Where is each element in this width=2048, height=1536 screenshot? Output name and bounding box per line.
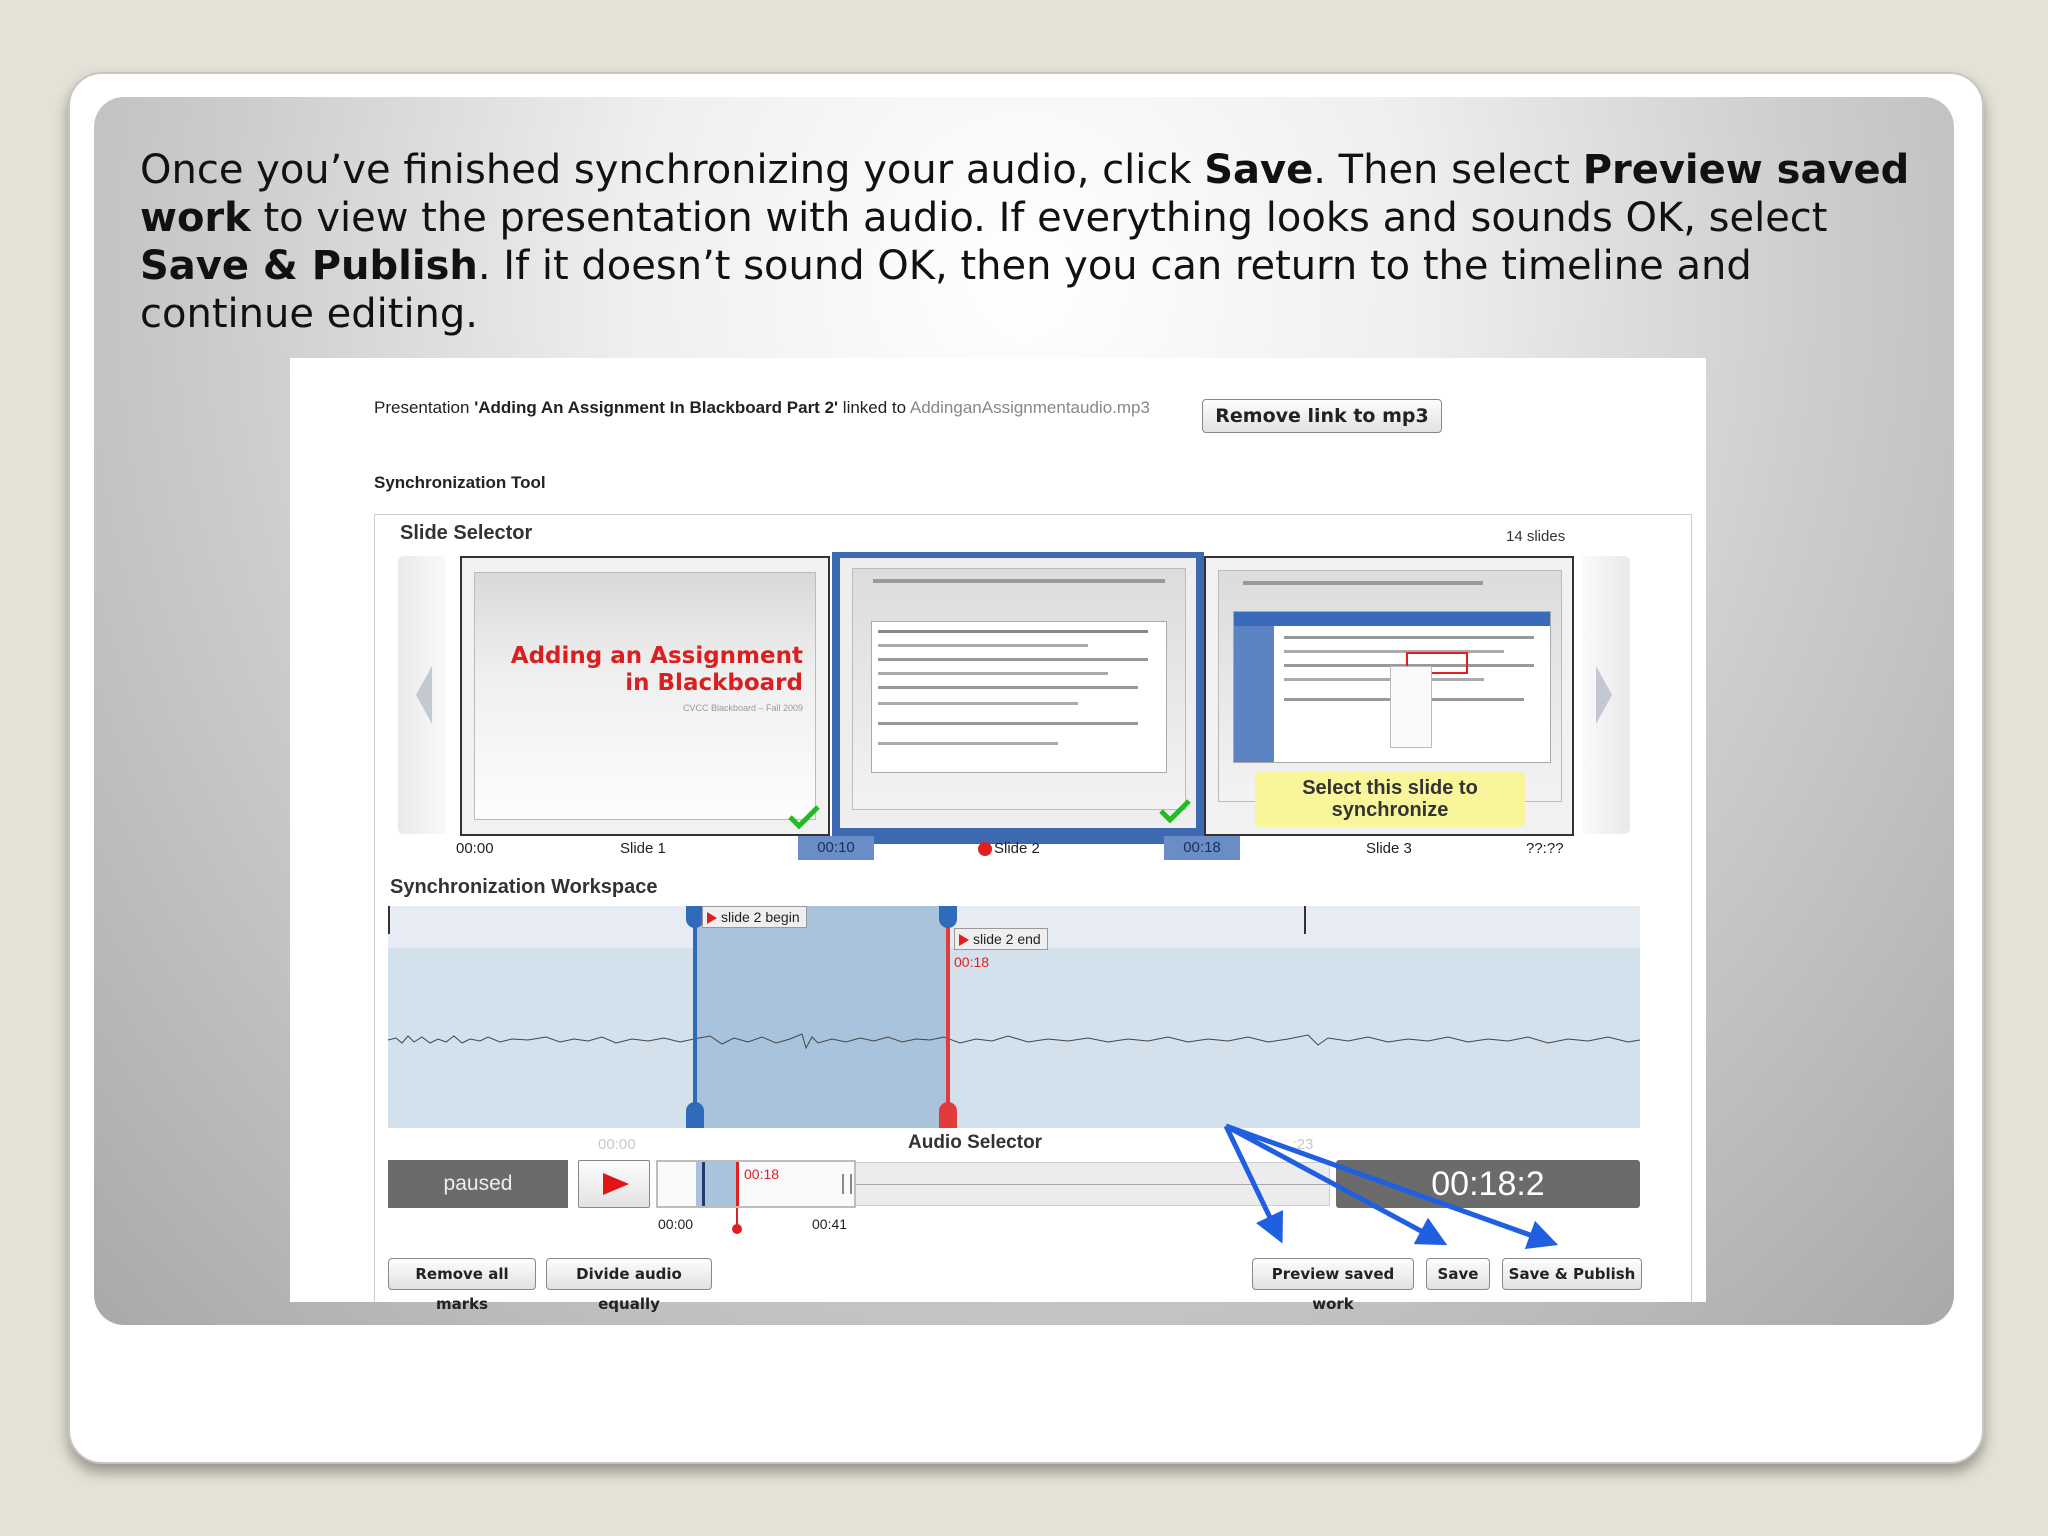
intro-text-3: to view the presentation with audio. If … — [250, 195, 1828, 241]
screenshot-sync-tool: Presentation 'Adding An Assignment In Bl… — [290, 358, 1706, 1313]
instruction-text: Once you’ve finished synchronizing your … — [140, 146, 1920, 338]
intro-text-1: Once you’ve finished synchronizing your … — [140, 147, 1205, 193]
intro-bold-save: Save — [1204, 147, 1314, 193]
intro-bold-save-publish: Save & Publish — [140, 243, 478, 289]
intro-text-2: . Then select — [1313, 147, 1583, 193]
annotation-arrows — [1223, 1123, 1559, 1250]
arrow-to-save — [1224, 1123, 1448, 1246]
